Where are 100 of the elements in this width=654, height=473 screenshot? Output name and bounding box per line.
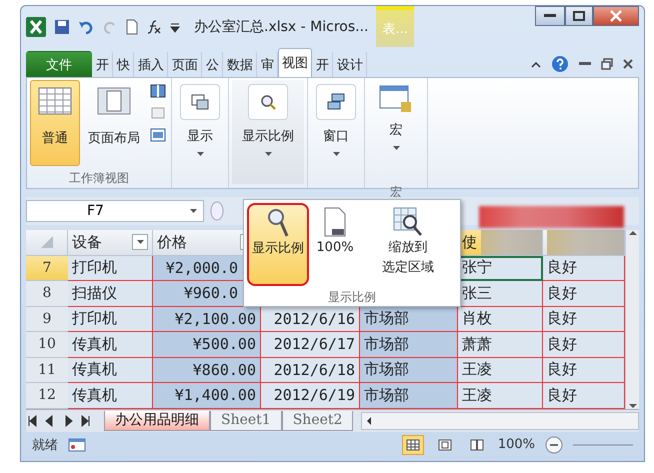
row-header[interactable]: 11 [26,358,68,383]
dropdown-arrow-icon [332,152,340,156]
restore-icon[interactable] [601,58,613,70]
column-title: 设备 [72,232,102,252]
group-label: 宏 [389,184,403,201]
normal-view-icon [406,438,420,450]
close-icon[interactable] [623,59,633,69]
column-title: 使 [462,232,477,252]
table-cell: 市场部 [360,306,458,332]
minimize-icon[interactable] [579,62,591,66]
maximize-icon [573,11,585,21]
corner-triangle-icon [40,235,54,250]
scroll-left-icon[interactable] [366,416,372,426]
contextual-tab-title: 表... [376,6,414,47]
sheet-tab[interactable]: Sheet2 [282,410,354,430]
sheet-tab[interactable]: 办公用品明细 [104,410,210,430]
maximize-button[interactable] [565,6,593,26]
table-cell: 肖枚 [458,306,543,332]
table-cell: 传真机 [68,332,153,358]
view-mode-button[interactable] [402,434,424,454]
name-box[interactable]: F7 [26,200,204,222]
table-cell: 良好 [543,358,625,383]
column-title: 价格 [157,232,187,252]
new-document-icon[interactable] [126,18,138,34]
zoom-level: 100% [498,437,535,452]
table-cell: 萧萧 [458,332,543,358]
zoom-option-button[interactable]: 100% [311,203,359,286]
page-break-icon[interactable] [150,84,166,98]
table-cell: 2012/6/19 [261,383,360,408]
vertical-scrollbar[interactable] [625,230,639,408]
table-cell: 传真机 [68,358,153,383]
cell-reference: F7 [87,203,104,219]
group-label: 工作簿视图 [68,170,130,187]
row-header[interactable]: 7 [26,256,68,281]
window-title: 办公室汇总.xlsx - Micros... [194,18,368,36]
ribbon-tab[interactable]: 视图 [278,48,312,77]
column-header[interactable]: 使 [458,230,543,256]
spreadsheet-logo-icon [26,16,46,36]
macro-icon [379,84,413,114]
dropdown-arrow-icon [196,152,204,156]
table-cell: ¥500.00 [153,332,261,358]
table-cell: 打印机 [68,306,153,332]
row-header[interactable]: 10 [26,332,68,358]
table-cell: ¥1,400.00 [153,383,261,408]
table-cell: 王凌 [458,358,543,383]
status-text: 就绪 [32,436,58,454]
page-layout-icon [438,438,452,450]
table-cell: 良好 [543,256,625,281]
scroll-up-icon[interactable] [628,230,638,236]
horizontal-scrollbar[interactable] [361,412,639,430]
table-cell: 市场部 [360,358,458,383]
table-cell: ¥860.00 [153,358,261,383]
row-header[interactable]: 12 [26,383,68,408]
close-button[interactable] [593,6,639,26]
zoom-out-icon[interactable] [545,436,563,454]
column-header[interactable]: 设备 [68,230,153,256]
table-cell: 市场部 [360,383,458,408]
grid-icon [38,87,72,115]
help-icon[interactable] [551,55,569,73]
dropdown-button[interactable]: 窗口 [311,80,361,184]
collapse-ribbon-icon[interactable] [531,60,541,68]
table-cell: 王凌 [458,383,543,408]
table-cell: 扫描仪 [68,281,153,306]
view-button[interactable]: 普通 [30,80,80,166]
window-icon [316,84,356,120]
dropdown-button[interactable]: 显示比例 [232,80,304,184]
macro-record-icon[interactable] [68,438,86,452]
customize-menu-icon[interactable] [170,20,180,32]
dropdown-arrow-icon [264,152,272,156]
close-icon [610,10,622,22]
zoom-icon [248,84,288,120]
page-100-icon [324,207,346,237]
dropdown-button[interactable]: 宏 [368,80,424,184]
zoom-selection-icon [393,207,423,237]
file-tab[interactable]: 文件 [26,51,92,77]
zoom-option-button[interactable]: 缩放到 选定区域 [361,203,455,286]
view-button[interactable]: 页面布局 [82,80,146,166]
table-cell: 张三 [458,281,543,306]
display-icon [180,84,220,120]
dropdown-arrow-icon [392,146,400,150]
minimize-icon [544,14,556,18]
full-screen-icon[interactable] [150,128,166,142]
circle-handle-icon[interactable] [210,201,224,221]
minimize-button[interactable] [535,6,565,26]
table-cell: 2012/6/16 [261,306,360,332]
table-cell: 张宁 [458,256,543,281]
row-header[interactable]: 9 [26,306,68,332]
table-cell: 传真机 [68,383,153,408]
dropdown-arrow-icon [190,209,197,213]
sheet-tab[interactable]: Sheet1 [210,410,282,430]
group-label: 显示比例 [328,289,376,306]
row-header[interactable]: 8 [26,281,68,306]
page-icon [97,87,131,115]
dropdown-arrow-icon [136,240,144,244]
function-icon[interactable] [146,18,162,34]
filter-button[interactable] [132,234,148,250]
zoom-option-button[interactable]: 显示比例 [247,203,309,286]
save-icon[interactable] [54,18,70,34]
page-break-icon [470,438,484,450]
dropdown-button[interactable]: 显示 [175,80,225,184]
